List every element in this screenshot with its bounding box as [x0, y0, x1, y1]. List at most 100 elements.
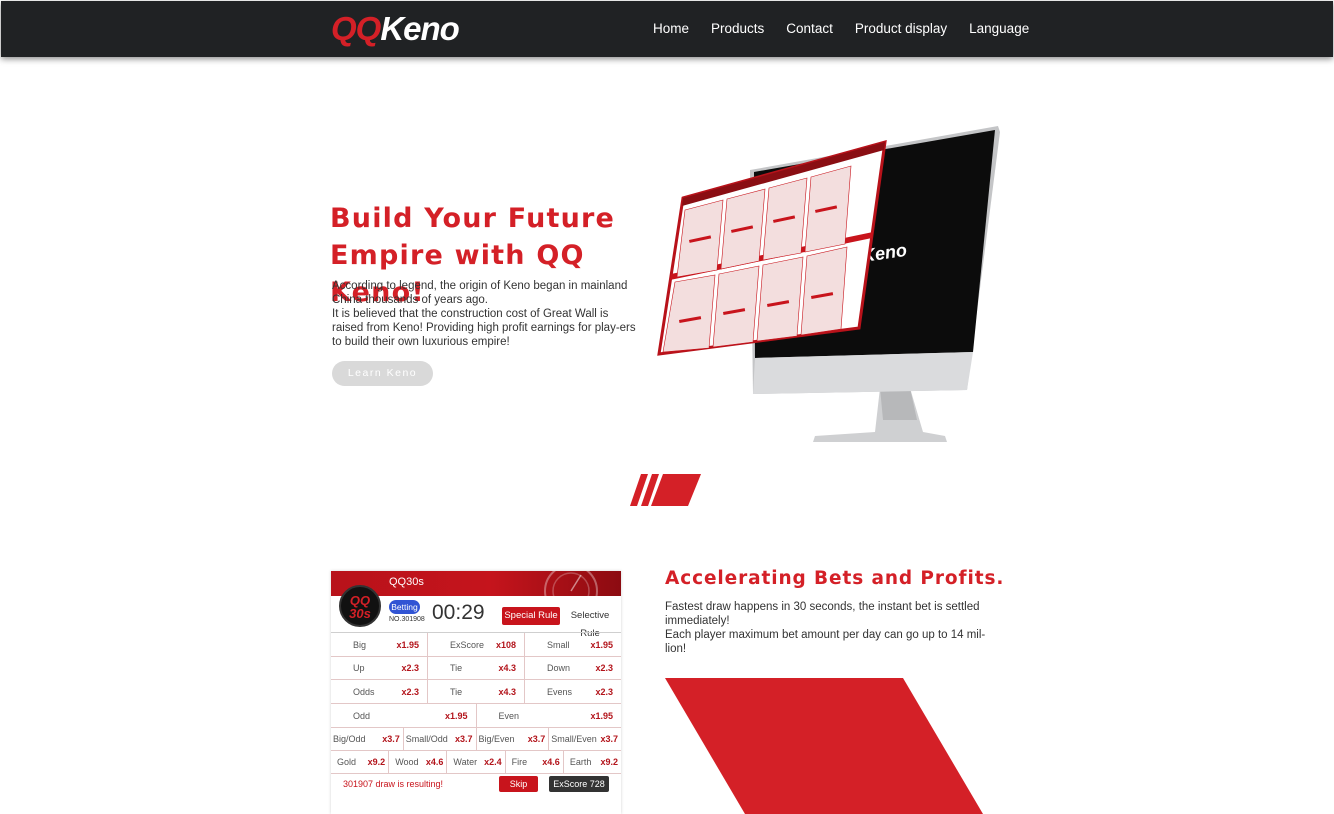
odds-cell[interactable]: Big/Even x3.7 — [476, 728, 550, 751]
odds-label: ExScore — [450, 639, 485, 650]
odds-value: x3.7 — [527, 734, 546, 744]
odds-row: Odd x1.95 Even x1.95 — [331, 704, 621, 728]
odds-label: Big/Even — [478, 734, 515, 744]
odds-value: x4.6 — [542, 757, 560, 767]
skip-button[interactable]: Skip — [499, 776, 538, 792]
odds-cell[interactable]: Big/Odd x3.7 — [331, 728, 404, 751]
main-nav: Home Products Contact Product display La… — [653, 20, 1029, 38]
nav-product-display[interactable]: Product display — [855, 20, 947, 38]
betting-status-badge: Betting — [389, 600, 420, 614]
draw-result-status: 301907 draw is resulting! — [343, 779, 444, 789]
brand-logo[interactable]: QQKeno — [331, 10, 460, 47]
odds-value: x108 — [495, 639, 516, 650]
monitor-illustration: Keno — [657, 126, 1000, 442]
exscore-badge: ExScore 728 — [549, 776, 609, 792]
odds-value: x2.3 — [595, 663, 613, 673]
hero-paragraph-1: According to legend, the origin of Keno … — [332, 280, 628, 306]
hero-paragraph-2: It is believed that the construction cos… — [332, 308, 636, 348]
section2-title: Accelerating Bets and Profits. — [665, 568, 1005, 589]
odds-cell[interactable]: Evens x2.3 — [525, 680, 621, 704]
odds-value: x4.3 — [498, 686, 516, 697]
odds-value: x3.7 — [600, 734, 618, 744]
odds-cell[interactable]: Tie x4.3 — [428, 657, 525, 680]
product-name: QQ30s — [389, 576, 424, 588]
odds-label: Even — [498, 710, 520, 721]
odds-label: Water — [453, 757, 478, 767]
odds-label: Wood — [395, 757, 419, 767]
odds-label: Small/Odd — [405, 734, 448, 744]
odds-cell[interactable]: Small/Even x3.7 — [549, 728, 621, 751]
odds-label: Gold — [337, 757, 357, 767]
speedometer-icon — [544, 571, 598, 596]
odds-cell[interactable]: Earth x9.2 — [563, 751, 621, 774]
odds-value: x2.4 — [484, 757, 502, 767]
slash-marks-divider — [630, 474, 701, 506]
odds-row: Up x2.3 Tie x4.3 Down x2.3 — [331, 657, 621, 680]
odds-label: Tie — [450, 686, 463, 697]
odds-cell[interactable]: Tie x4.3 — [428, 680, 525, 704]
nav-language[interactable]: Language — [969, 20, 1029, 38]
odds-cell[interactable]: Big x1.95 — [331, 633, 428, 657]
selective-rule-button[interactable]: Selective Rule — [561, 607, 619, 639]
odds-value: x9.2 — [600, 757, 619, 767]
betting-panel: QQ30s QQ 30s Betting NO.301908 00:29 Spe… — [331, 571, 621, 814]
section2-paragraph-2: Each player maximum bet amount per day c… — [665, 629, 986, 655]
odds-cell[interactable]: Odds x2.3 — [331, 680, 428, 704]
special-rule-button[interactable]: Special Rule — [502, 607, 560, 625]
odds-label: Up — [353, 663, 365, 673]
odds-cell[interactable]: Wood x4.6 — [389, 751, 448, 774]
odds-cell[interactable]: Up x2.3 — [331, 657, 428, 680]
dashboard-screenshot — [657, 139, 887, 356]
hero-description: According to legend, the origin of Keno … — [332, 279, 636, 349]
odds-cell[interactable]: Small/Odd x3.7 — [403, 728, 477, 751]
odds-value: x3.7 — [382, 734, 400, 744]
odds-value: x9.2 — [367, 757, 386, 767]
monitor-stand — [813, 388, 947, 442]
red-parallelogram-decoration — [665, 678, 983, 814]
nav-products[interactable]: Products — [711, 20, 764, 38]
odds-value: x4.3 — [498, 663, 516, 673]
top-navbar: QQKeno Home Products Contact Product dis… — [1, 1, 1333, 57]
odds-label: Odd — [353, 710, 371, 721]
odds-label: Tie — [450, 663, 463, 673]
nav-contact[interactable]: Contact — [786, 20, 833, 38]
odds-row: Odds x2.3 Tie x4.3 Evens x2.3 — [331, 680, 621, 704]
odds-row: Big x1.95 ExScore x108 Small x1.95 — [331, 633, 621, 657]
odds-label: Small/Even — [551, 734, 597, 744]
odds-value: x2.3 — [401, 663, 419, 673]
odds-value: x1.95 — [444, 710, 468, 721]
odds-cell[interactable]: ExScore x108 — [428, 633, 525, 657]
odds-value: x2.3 — [401, 686, 419, 697]
draw-number: NO.301908 — [389, 616, 425, 623]
odds-label: Odds — [353, 686, 375, 697]
odds-label: Big — [353, 639, 367, 650]
odds-label: Fire — [511, 757, 528, 767]
odds-cell[interactable]: Small x1.95 — [525, 633, 621, 657]
logo-qq-text: QQ — [331, 10, 381, 47]
learn-keno-button[interactable]: Learn Keno — [332, 361, 433, 386]
odds-label: Earth — [569, 757, 592, 767]
odds-cell[interactable]: Water x2.4 — [447, 751, 506, 774]
odds-cell[interactable]: Even x1.95 — [476, 704, 621, 728]
odds-value: x2.3 — [595, 686, 613, 697]
odds-cell[interactable]: Odd x1.95 — [331, 704, 477, 728]
odds-label: Evens — [547, 686, 573, 697]
odds-row: Gold x9.2 Wood x4.6 Water x2.4 Fire x4.6 Earth x9… — [331, 751, 621, 774]
nav-home[interactable]: Home — [653, 20, 689, 38]
section2-paragraph-1: Fastest draw happens in 30 seconds, the … — [665, 601, 980, 627]
odds-value: x1.95 — [590, 639, 613, 650]
odds-cell[interactable]: Fire x4.6 — [505, 751, 564, 774]
odds-label: Down — [547, 663, 571, 673]
countdown-timer: 00:29 — [432, 601, 485, 624]
odds-cell[interactable]: Gold x9.2 — [331, 751, 390, 774]
odds-label: Big/Odd — [333, 734, 366, 744]
logo-keno-text: Keno — [380, 10, 459, 47]
odds-value: x1.95 — [396, 639, 419, 650]
odds-row: Big/Odd x3.7 Small/Odd x3.7 Big/Even x3.7 Smal… — [331, 728, 621, 751]
odds-value: x3.7 — [454, 734, 473, 744]
qq30s-round-logo: QQ 30s — [339, 585, 381, 627]
monitor-chin — [753, 352, 973, 394]
odds-cell[interactable]: Down x2.3 — [525, 657, 621, 680]
odds-label: Small — [547, 639, 570, 650]
section2-description: Fastest draw happens in 30 seconds, the … — [665, 600, 995, 656]
